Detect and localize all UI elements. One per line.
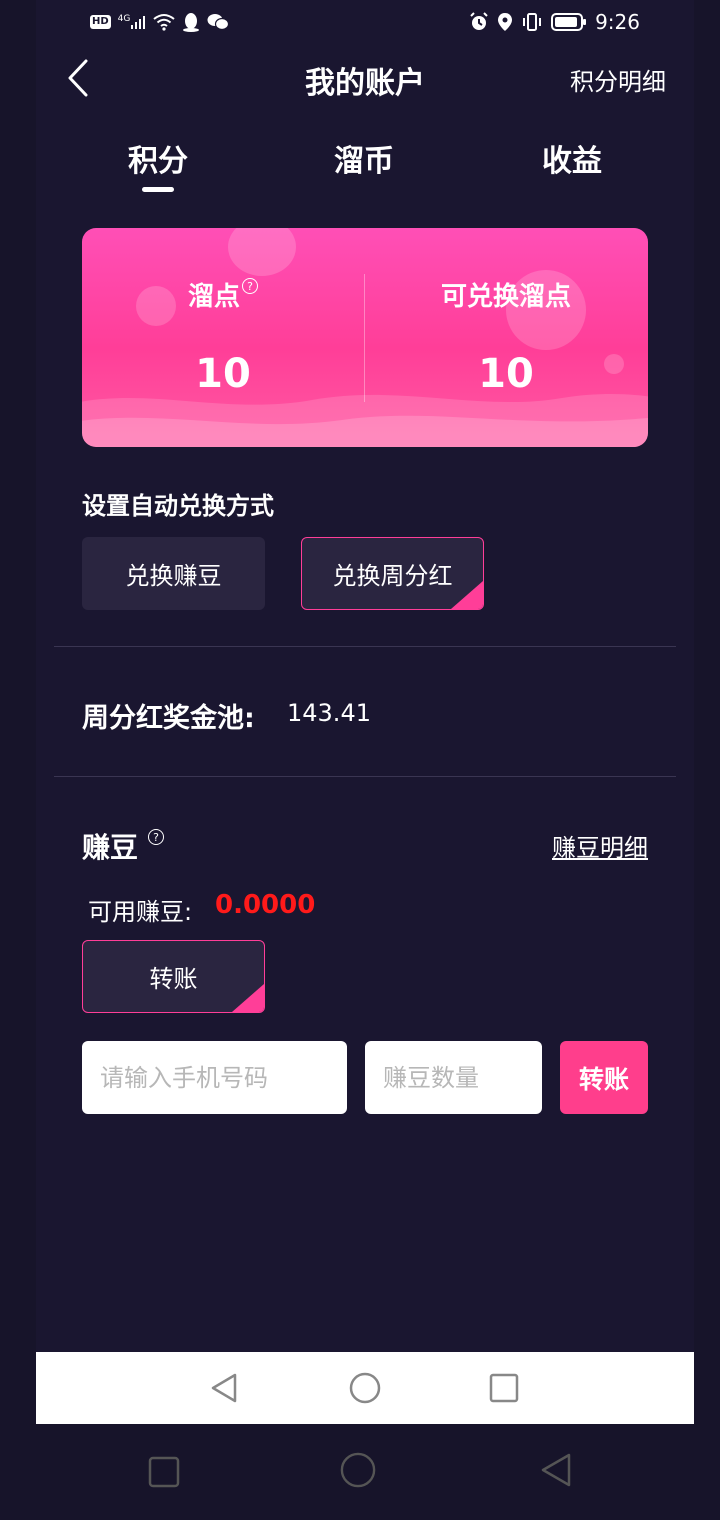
wechat-icon xyxy=(207,13,230,31)
option-label: 兑换赚豆 xyxy=(125,562,222,590)
exchangeable-value: 10 xyxy=(478,351,534,397)
transfer-toggle-label: 转账 xyxy=(149,965,198,993)
points-label: 溜点 xyxy=(187,282,240,312)
status-bar: HD 4G 9:26 xyxy=(36,0,694,50)
triangle-back-icon xyxy=(541,1453,571,1487)
app-header: 我的账户 积分明细 xyxy=(36,50,694,106)
available-beans-label: 可用赚豆: xyxy=(88,898,193,926)
exchangeable-column: 可兑换溜点 10 xyxy=(365,276,647,397)
vibrate-icon xyxy=(521,12,543,32)
active-tab-indicator xyxy=(142,187,174,192)
bonus-pool-value: 143.41 xyxy=(287,699,371,727)
network-label: 4G xyxy=(117,14,131,24)
location-icon xyxy=(497,12,513,32)
tab-coins[interactable]: 溜币 xyxy=(334,136,394,180)
selected-corner-marker xyxy=(451,581,483,609)
points-column: 溜点 ? 10 xyxy=(82,276,364,397)
beans-section-title: 赚豆 ? xyxy=(82,826,165,866)
selected-corner-marker xyxy=(232,984,264,1012)
system-back-button[interactable] xyxy=(538,1452,574,1488)
signal-4g-icon: 4G xyxy=(118,14,147,30)
nav-back-button[interactable] xyxy=(206,1370,242,1406)
section-divider xyxy=(54,646,676,647)
square-recents-icon xyxy=(489,1373,519,1403)
available-beans-value: 0.0000 xyxy=(215,890,316,920)
points-card: 溜点 ? 10 可兑换溜点 10 xyxy=(82,228,648,447)
system-recents-button[interactable] xyxy=(146,1454,182,1490)
app-navigation-bar xyxy=(36,1352,694,1424)
section-divider xyxy=(54,776,676,777)
square-recents-icon xyxy=(148,1456,180,1488)
nav-home-button[interactable] xyxy=(347,1370,383,1406)
app-screen: HD 4G 9:26 我的账户 积分明细 积分 溜币 收益 溜点 ? 10 可兑… xyxy=(36,0,694,1352)
hd-icon: HD xyxy=(90,15,111,29)
beans-title: 赚豆 xyxy=(82,831,139,864)
points-detail-link[interactable]: 积分明细 xyxy=(570,62,666,97)
decor-bubble xyxy=(228,228,296,276)
alarm-icon xyxy=(469,12,489,32)
tab-earnings[interactable]: 收益 xyxy=(542,136,602,180)
wifi-icon xyxy=(153,13,175,31)
phone-number-input[interactable] xyxy=(82,1041,347,1114)
triangle-back-icon xyxy=(211,1373,237,1403)
exchange-beans-option[interactable]: 兑换赚豆 xyxy=(82,537,265,610)
help-icon[interactable]: ? xyxy=(148,829,165,845)
bean-amount-input[interactable] xyxy=(365,1041,542,1114)
transfer-toggle-button[interactable]: 转账 xyxy=(82,940,265,1013)
system-navigation-bar xyxy=(0,1424,720,1520)
qq-icon xyxy=(182,12,200,32)
exchangeable-label: 可兑换溜点 xyxy=(440,282,571,312)
battery-icon xyxy=(551,12,587,32)
auto-exchange-label: 设置自动兑换方式 xyxy=(82,492,274,520)
exchange-weekly-dividend-option[interactable]: 兑换周分红 xyxy=(301,537,484,610)
tab-bar: 积分 溜币 收益 xyxy=(36,132,694,196)
bonus-pool-label: 周分红奖金池: xyxy=(82,703,255,734)
points-value: 10 xyxy=(195,351,251,397)
points-label-row: 溜点 ? xyxy=(188,276,258,313)
circle-home-icon xyxy=(349,1372,381,1404)
option-label: 兑换周分红 xyxy=(332,562,453,590)
nav-recents-button[interactable] xyxy=(486,1370,522,1406)
help-icon[interactable]: ? xyxy=(242,278,258,294)
clock-time: 9:26 xyxy=(595,10,640,34)
transfer-submit-button[interactable]: 转账 xyxy=(560,1041,648,1114)
circle-home-icon xyxy=(340,1452,376,1488)
system-home-button[interactable] xyxy=(340,1452,376,1488)
beans-detail-link[interactable]: 赚豆明细 xyxy=(552,828,648,863)
tab-points[interactable]: 积分 xyxy=(128,136,188,180)
